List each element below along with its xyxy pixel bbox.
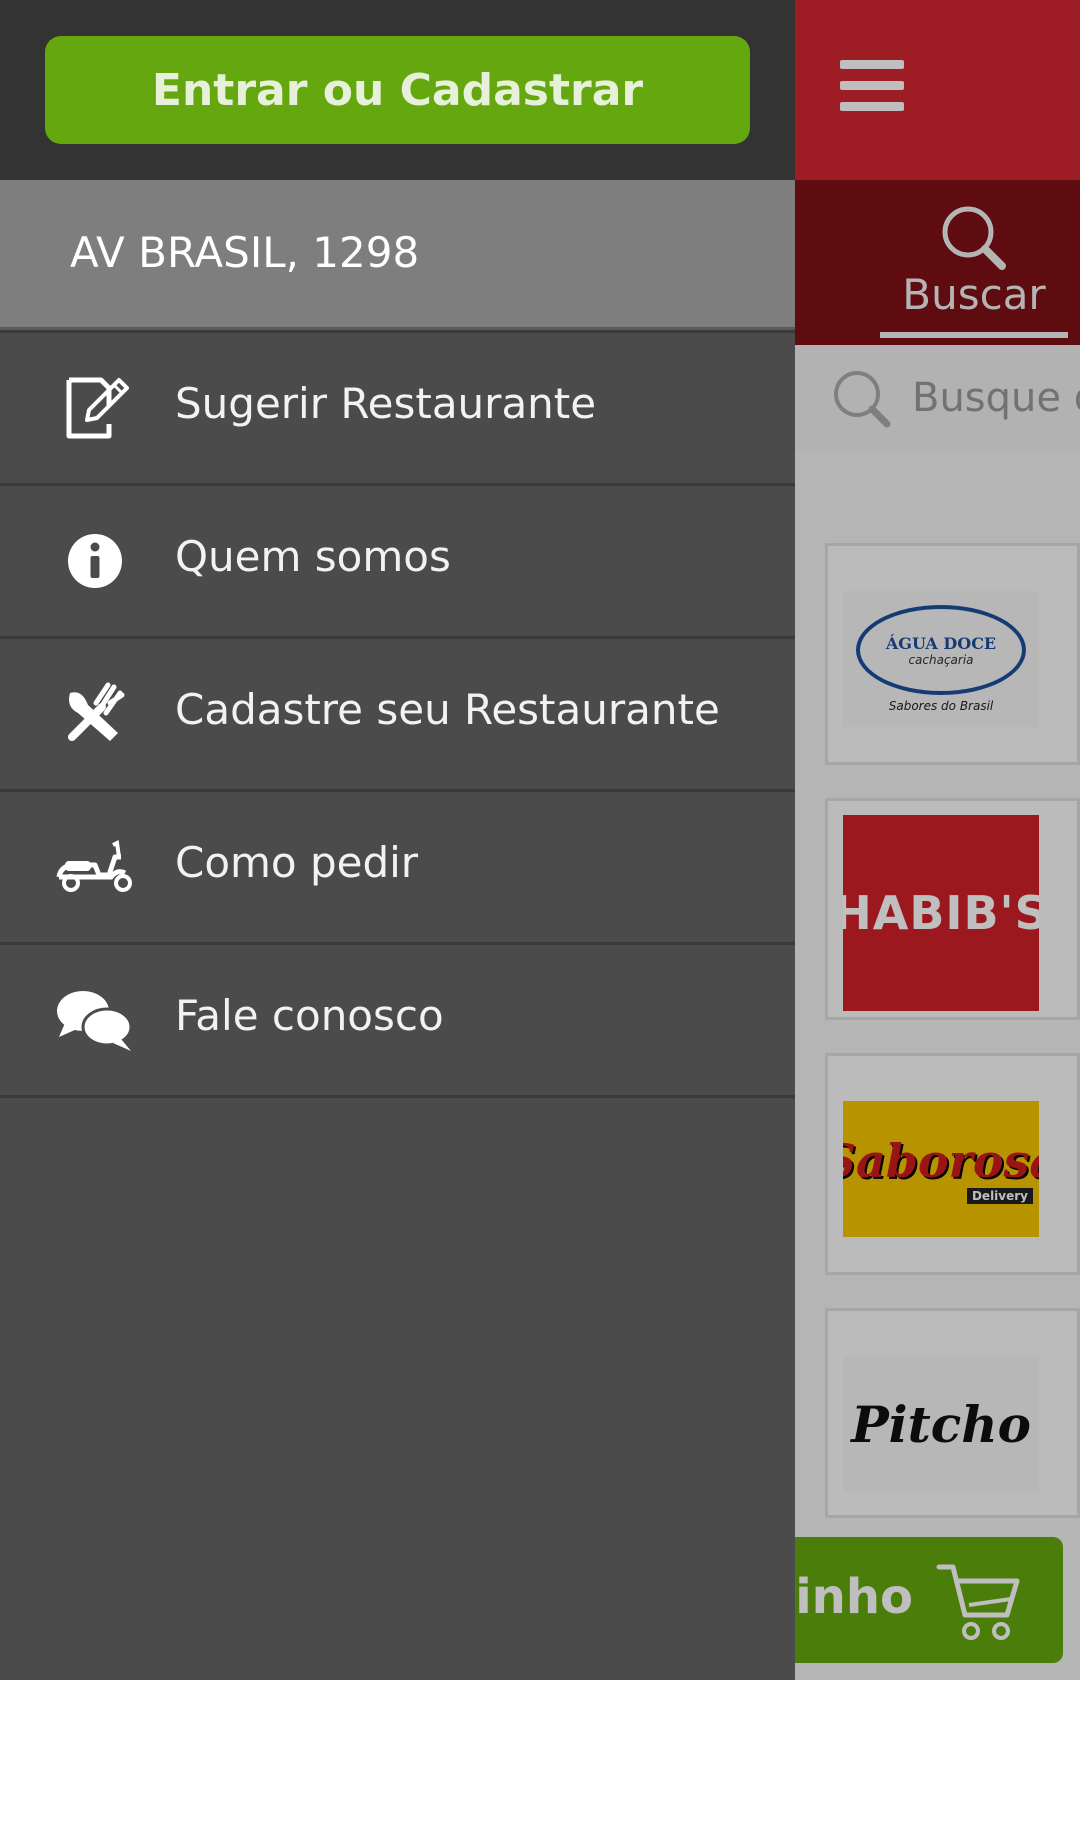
- menu-item-label: Fale conosco: [175, 991, 444, 1040]
- menu-item-label: Sugerir Restaurante: [175, 379, 597, 428]
- info-icon: [55, 521, 135, 601]
- delivery-address: AV BRASIL, 1298: [70, 228, 420, 277]
- login-register-button[interactable]: Entrar ou Cadastrar: [45, 36, 750, 144]
- menu-item-label: Quem somos: [175, 532, 451, 581]
- navigation-drawer: Entrar ou Cadastrar AV BRASIL, 1298 Suge…: [0, 0, 795, 1680]
- drawer-header: Entrar ou Cadastrar: [0, 0, 795, 180]
- address-bar[interactable]: AV BRASIL, 1298: [0, 180, 795, 330]
- edit-note-icon: [55, 368, 135, 448]
- menu-item-suggest-restaurant[interactable]: Sugerir Restaurante: [0, 330, 795, 483]
- chat-bubbles-icon: [55, 980, 135, 1060]
- menu-item-contact-us[interactable]: Fale conosco: [0, 942, 795, 1095]
- scooter-icon: [55, 827, 135, 907]
- menu-item-label: Como pedir: [175, 838, 419, 887]
- menu-item-about-us[interactable]: Quem somos: [0, 483, 795, 636]
- menu-item-how-to-order[interactable]: Como pedir: [0, 789, 795, 942]
- menu-item-register-restaurant[interactable]: Cadastre seu Restaurante: [0, 636, 795, 789]
- menu-divider: [0, 1095, 795, 1098]
- fork-knife-icon: [55, 674, 135, 754]
- bottom-blank-area: [0, 1680, 1080, 1848]
- menu-item-label: Cadastre seu Restaurante: [175, 685, 720, 734]
